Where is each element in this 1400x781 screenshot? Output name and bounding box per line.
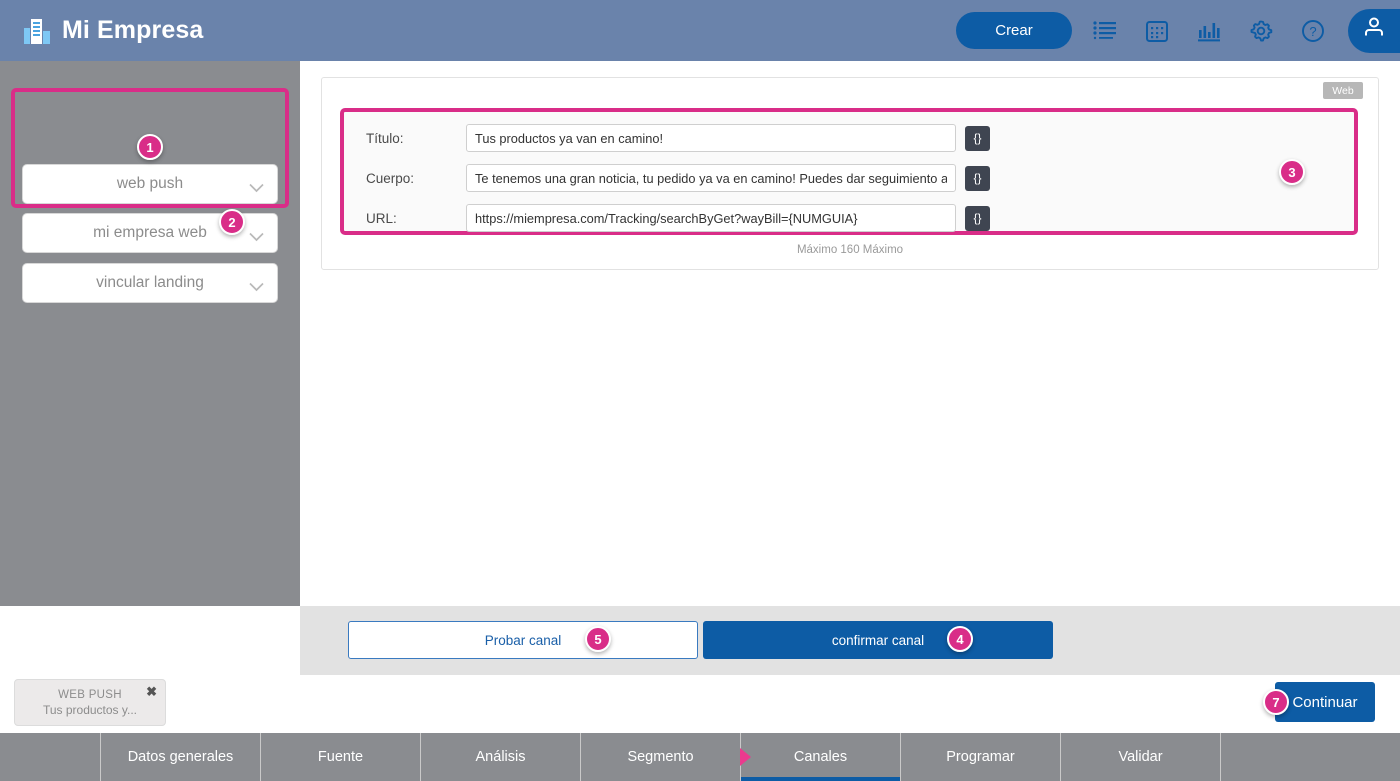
annotation-badge-7: 7 <box>1263 689 1289 715</box>
chip-title: WEB PUSH <box>58 688 122 701</box>
field-row-cuerpo: Cuerpo: {} <box>344 158 1354 198</box>
profile-button[interactable] <box>1348 8 1400 53</box>
brand-name: Mi Empresa <box>62 16 204 44</box>
titulo-token-button[interactable]: {} <box>965 125 990 151</box>
help-icon[interactable]: ? <box>1294 11 1332 51</box>
tab-canales[interactable]: Canales <box>740 733 900 781</box>
annotation-badge-2: 2 <box>219 209 245 235</box>
channel-chip-web-push[interactable]: WEB PUSH Tus productos y... ✖ <box>14 679 166 726</box>
brand: Mi Empresa <box>22 16 203 46</box>
app-root: Mi Empresa Crear ? web push mi empresa w… <box>0 0 1400 781</box>
tab-fuente[interactable]: Fuente <box>260 733 420 781</box>
dropdown-landing-label: vincular landing <box>96 274 204 291</box>
tab-label: Datos generales <box>127 749 234 765</box>
selected-channels-strip: WEB PUSH Tus productos y... ✖ <box>0 675 1400 733</box>
chevron-down-icon <box>249 180 264 193</box>
titulo-label: Título: <box>366 130 404 146</box>
tabs-right-spacer <box>1220 733 1400 781</box>
bar-chart-icon[interactable] <box>1190 11 1228 51</box>
header-actions: Crear ? <box>956 0 1400 61</box>
url-label: URL: <box>366 210 397 226</box>
field-row-url: URL: {} <box>344 198 1354 238</box>
chevron-down-icon <box>249 229 264 242</box>
dropdown-channel-type[interactable]: web push <box>22 164 278 204</box>
field-row-titulo: Título: {} <box>344 118 1354 158</box>
dropdown-landing[interactable]: vincular landing <box>22 263 278 303</box>
close-icon[interactable]: ✖ <box>146 684 157 700</box>
action-bar: Probar canal confirmar canal <box>300 606 1400 675</box>
annotation-badge-4: 4 <box>947 626 973 652</box>
tab-label: Canales <box>793 749 848 765</box>
tab-label: Validar <box>1118 749 1163 765</box>
list-icon[interactable] <box>1086 11 1124 51</box>
tab-segmento[interactable]: Segmento <box>580 733 740 781</box>
tabs-left-spacer <box>0 733 100 781</box>
tab-label: Programar <box>946 749 1015 765</box>
svg-text:?: ? <box>1309 24 1316 39</box>
tab-programar[interactable]: Programar <box>900 733 1060 781</box>
gear-icon[interactable] <box>1242 11 1280 51</box>
url-token-button[interactable]: {} <box>965 205 990 231</box>
chip-subtitle: Tus productos y... <box>42 702 138 717</box>
tab-validar[interactable]: Validar <box>1060 733 1220 781</box>
web-tab-badge[interactable]: Web <box>1323 82 1363 99</box>
annotation-badge-5: 5 <box>585 626 611 652</box>
annotation-badge-3: 3 <box>1279 159 1305 185</box>
dropdown-site-label: mi empresa web <box>93 224 207 241</box>
cuerpo-token-button[interactable]: {} <box>965 165 990 191</box>
tab-label: Análisis <box>475 749 526 765</box>
app-header: Mi Empresa Crear ? <box>0 0 1400 61</box>
wizard-tabs: Datos generales Fuente Análisis Segmento… <box>0 733 1400 781</box>
titulo-input[interactable] <box>466 124 956 152</box>
crear-button[interactable]: Crear <box>956 12 1072 49</box>
probar-canal-button[interactable]: Probar canal <box>348 621 698 659</box>
tab-label: Fuente <box>317 749 364 765</box>
tab-label: Segmento <box>627 749 694 765</box>
building-icon <box>22 16 52 46</box>
active-tab-arrow-icon <box>740 748 751 766</box>
confirmar-canal-button[interactable]: confirmar canal <box>703 621 1053 659</box>
cuerpo-input[interactable] <box>466 164 956 192</box>
url-input[interactable] <box>466 204 956 232</box>
dropdown-channel-type-label: web push <box>116 175 184 192</box>
main-content: Web Título: {} Cuerpo: {} URL: {} <box>300 61 1400 606</box>
continuar-button[interactable]: Continuar <box>1275 682 1375 722</box>
channel-card: Web Título: {} Cuerpo: {} URL: {} <box>321 77 1379 270</box>
annotation-badge-1: 1 <box>137 134 163 160</box>
user-icon <box>1361 15 1387 46</box>
tab-datos-generales[interactable]: Datos generales <box>100 733 260 781</box>
max-length-note: Máximo 160 Máximo <box>796 244 904 256</box>
calendar-icon[interactable] <box>1138 11 1176 51</box>
chevron-down-icon <box>249 279 264 292</box>
message-form-highlight: Título: {} Cuerpo: {} URL: {} <box>340 108 1358 235</box>
cuerpo-label: Cuerpo: <box>366 170 415 186</box>
tab-analisis[interactable]: Análisis <box>420 733 580 781</box>
